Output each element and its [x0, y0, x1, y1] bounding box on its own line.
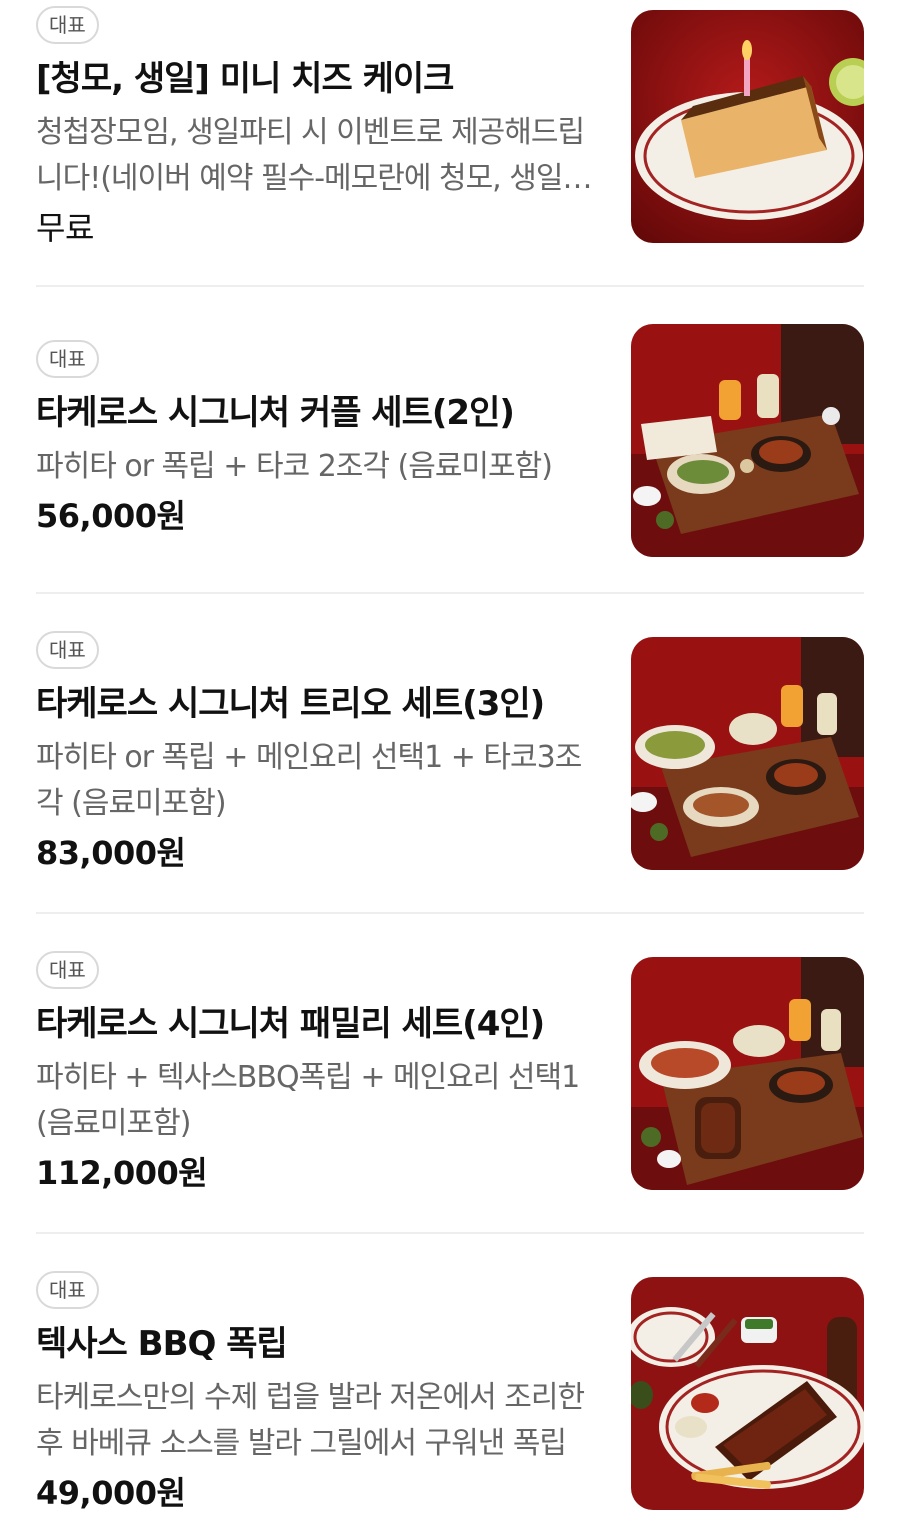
menu-item-photo[interactable] [631, 637, 864, 870]
divider [36, 1232, 864, 1234]
menu-item-price: 49,000원 [36, 1474, 186, 1512]
signature-badge: 대표 [36, 6, 99, 44]
menu-item-title: [청모, 생일] 미니 치즈 케이크 [36, 59, 454, 99]
bbq-ribs-photo [631, 1277, 864, 1510]
signature-badge: 대표 [36, 951, 99, 989]
divider [36, 592, 864, 594]
menu-item-description: 파히타 + 텍사스BBQ폭립 + 메인요리 선택1 (음료미포함) [36, 1060, 580, 1141]
menu-item-price: 56,000원 [36, 497, 186, 535]
menu-list: 대표 [청모, 생일] 미니 치즈 케이크 청첩장모임, 생일파티 시 이벤트로… [0, 0, 900, 1534]
menu-item-photo[interactable] [631, 10, 864, 243]
menu-item-photo[interactable] [631, 1277, 864, 1510]
family-set-photo [631, 957, 864, 1190]
menu-item-photo[interactable] [631, 324, 864, 557]
divider [36, 912, 864, 914]
menu-item-cheesecake[interactable]: 대표 [청모, 생일] 미니 치즈 케이크 청첩장모임, 생일파티 시 이벤트로… [36, 6, 864, 247]
menu-item-photo[interactable] [631, 957, 864, 1190]
menu-item-price: 83,000원 [36, 834, 186, 872]
menu-item-title: 타케로스 시그니처 커플 세트(2인) [36, 393, 515, 433]
signature-badge: 대표 [36, 340, 99, 378]
divider [36, 285, 864, 287]
menu-item-price: 무료 [36, 209, 94, 247]
menu-item-family-set[interactable]: 대표 타케로스 시그니처 패밀리 세트(4인) 파히타 + 텍사스BBQ폭립 +… [36, 951, 864, 1192]
couple-set-photo [631, 324, 864, 557]
signature-badge: 대표 [36, 1271, 99, 1309]
menu-item-title: 타케로스 시그니처 트리오 세트(3인) [36, 684, 545, 724]
menu-item-couple-set[interactable]: 대표 타케로스 시그니처 커플 세트(2인) 파히타 or 폭립 + 타코 2조… [36, 324, 864, 560]
cheesecake-photo [631, 10, 864, 243]
menu-item-trio-set[interactable]: 대표 타케로스 시그니처 트리오 세트(3인) 파히타 or 폭립 + 메인요리… [36, 631, 864, 872]
menu-item-bbq-ribs[interactable]: 대표 텍사스 BBQ 폭립 타케로스만의 수제 럽을 발라 저온에서 조리한 후… [36, 1271, 864, 1512]
menu-item-title: 텍사스 BBQ 폭립 [36, 1324, 288, 1364]
menu-item-description: 파히타 or 폭립 + 타코 2조각 (음료미포함) [36, 449, 553, 484]
signature-badge: 대표 [36, 631, 99, 669]
trio-set-photo [631, 637, 864, 870]
menu-item-description: 파히타 or 폭립 + 메인요리 선택1 + 타코3조각 (음료미포함) [36, 740, 582, 821]
menu-item-price: 112,000원 [36, 1154, 208, 1192]
menu-item-description: 타케로스만의 수제 럽을 발라 저온에서 조리한 후 바베큐 소스를 발라 그릴… [36, 1380, 585, 1461]
menu-item-title: 타케로스 시그니처 패밀리 세트(4인) [36, 1004, 545, 1044]
menu-item-description: 청첩장모임, 생일파티 시 이벤트로 제공해드립니다!(네이버 예약 필수-메모… [36, 115, 585, 196]
